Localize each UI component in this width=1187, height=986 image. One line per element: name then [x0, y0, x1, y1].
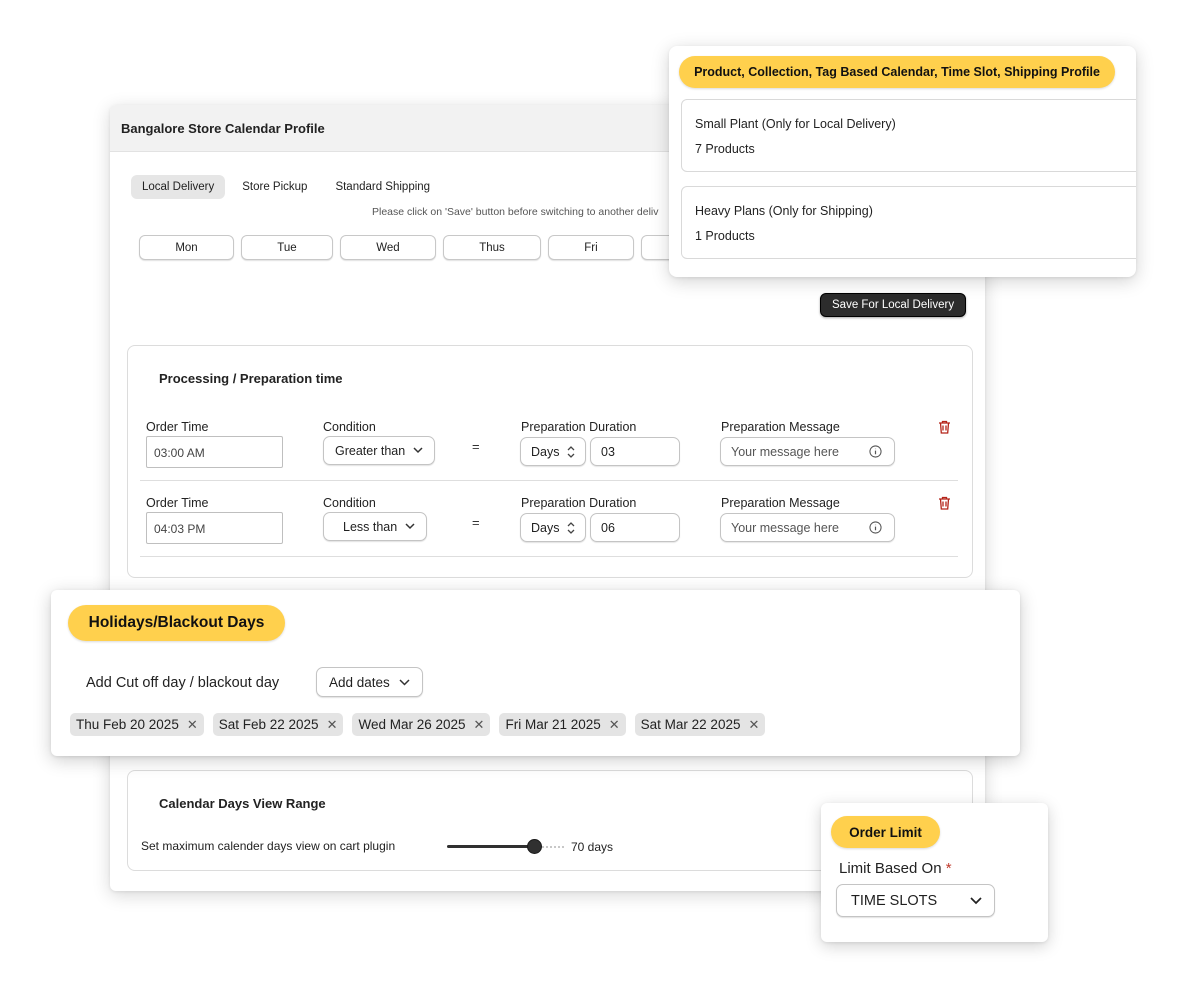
weekday-buttons: Mon Tue Wed Thus Fri: [139, 235, 681, 260]
date-chip: Sat Mar 22 2025 ✕: [634, 713, 766, 736]
save-local-delivery-button[interactable]: Save For Local Delivery: [820, 293, 967, 317]
tab-standard-shipping[interactable]: Standard Shipping: [324, 175, 441, 199]
chevron-down-icon: [970, 896, 982, 904]
condition-select[interactable]: Greater than: [323, 436, 436, 465]
duration-unit-value: Days: [531, 444, 560, 459]
duration-unit-value: Days: [531, 520, 560, 535]
date-chip: Thu Feb 20 2025 ✕: [70, 713, 204, 736]
duration-unit-select[interactable]: Days: [520, 437, 587, 466]
chevron-down-icon: [405, 523, 415, 530]
up-down-chevron-icon: [568, 445, 575, 458]
rule-row: Order Time 03:00 AM Condition Greater th…: [140, 405, 958, 481]
day-button-mon[interactable]: Mon: [139, 235, 234, 260]
message-input[interactable]: Your message here: [720, 513, 895, 542]
profile-item-count: 1 Products: [695, 229, 755, 243]
day-button-thu[interactable]: Thus: [443, 235, 541, 260]
profile-item[interactable]: Heavy Plans (Only for Shipping) 1 Produc…: [681, 186, 1136, 259]
date-chip-label: Sat Feb 22 2025: [218, 717, 319, 732]
duration-input[interactable]: 03: [590, 437, 680, 466]
date-chip: Wed Mar 26 2025 ✕: [352, 713, 491, 736]
trash-icon[interactable]: [938, 420, 951, 434]
blackout-chips: Thu Feb 20 2025 ✕ Sat Feb 22 2025 ✕ Wed Ma…: [70, 713, 766, 736]
slider-fill: [447, 845, 534, 848]
range-label: Set maximum calender days view on cart p…: [141, 839, 396, 853]
equals-sign: =: [472, 439, 480, 454]
order-time-input[interactable]: 03:00 AM: [146, 436, 283, 468]
day-button-tue[interactable]: Tue: [241, 235, 333, 260]
duration-label: Preparation Duration: [521, 496, 637, 510]
day-button-wed[interactable]: Wed: [340, 235, 436, 260]
duration-unit-select[interactable]: Days: [520, 513, 587, 542]
order-time-input[interactable]: 04:03 PM: [146, 512, 283, 544]
processing-title: Processing / Preparation time: [159, 371, 343, 386]
chevron-down-icon: [413, 447, 423, 454]
remove-icon[interactable]: ✕: [748, 718, 759, 731]
message-input[interactable]: Your message here: [720, 437, 895, 466]
tab-local-delivery[interactable]: Local Delivery: [131, 175, 226, 199]
condition-select[interactable]: Less than: [323, 512, 428, 541]
duration-label: Preparation Duration: [521, 420, 637, 434]
remove-icon[interactable]: ✕: [609, 718, 620, 731]
limit-label-text: Limit Based On: [839, 860, 942, 877]
order-limit-badge: Order Limit: [831, 816, 940, 848]
equals-sign: =: [472, 515, 480, 530]
add-dates-dropdown[interactable]: Add dates: [316, 667, 423, 697]
duration-input[interactable]: 06: [590, 513, 680, 542]
date-chip: Fri Mar 21 2025 ✕: [499, 713, 626, 736]
range-slider[interactable]: [447, 839, 564, 854]
date-chip-label: Fri Mar 21 2025: [505, 717, 601, 732]
date-chip-label: Thu Feb 20 2025: [76, 717, 179, 732]
chevron-down-icon: [399, 678, 410, 686]
condition-value: Less than: [343, 519, 398, 534]
date-chip-label: Wed Mar 26 2025: [358, 717, 466, 732]
condition-label: Condition: [323, 420, 376, 434]
date-chip-label: Sat Mar 22 2025: [640, 717, 741, 732]
save-note: Please click on 'Save' button before swi…: [372, 206, 659, 218]
message-placeholder: Your message here: [731, 445, 839, 459]
limit-label: Limit Based On *: [839, 860, 952, 877]
remove-icon[interactable]: ✕: [327, 718, 338, 731]
range-value: 70 days: [571, 840, 614, 854]
order-time-label: Order Time: [146, 496, 209, 510]
info-icon[interactable]: [869, 445, 882, 458]
limit-select-value: TIME SLOTS: [851, 892, 938, 909]
order-time-label: Order Time: [146, 420, 209, 434]
info-icon[interactable]: [869, 521, 882, 534]
trash-icon[interactable]: [938, 496, 951, 510]
message-placeholder: Your message here: [731, 521, 839, 535]
date-chip: Sat Feb 22 2025 ✕: [212, 713, 344, 736]
add-dates-label: Add dates: [329, 674, 390, 690]
message-label: Preparation Message: [721, 496, 840, 510]
holidays-badge: Holidays/Blackout Days: [68, 605, 285, 641]
required-mark: *: [945, 860, 952, 877]
profile-type-card: Product, Collection, Tag Based Calendar,…: [669, 46, 1136, 277]
remove-icon[interactable]: ✕: [187, 718, 198, 731]
profile-type-badge: Product, Collection, Tag Based Calendar,…: [679, 56, 1115, 88]
cutoff-label: Add Cut off day / blackout day: [86, 675, 280, 691]
condition-label: Condition: [323, 496, 376, 510]
profile-item-name: Heavy Plans (Only for Shipping): [695, 204, 873, 218]
range-title: Calendar Days View Range: [159, 796, 326, 811]
slider-thumb[interactable]: [527, 839, 542, 854]
profile-item-name: Small Plant (Only for Local Delivery): [695, 117, 896, 131]
remove-icon[interactable]: ✕: [474, 718, 485, 731]
delivery-tabs: Local Delivery Store Pickup Standard Shi…: [131, 175, 441, 199]
slider-track-rest: [542, 846, 564, 848]
profile-item-count: 7 Products: [695, 142, 755, 156]
limit-select[interactable]: TIME SLOTS: [836, 884, 995, 917]
profile-item[interactable]: Small Plant (Only for Local Delivery) 7 …: [681, 99, 1136, 172]
condition-value: Greater than: [335, 443, 406, 458]
tab-store-pickup[interactable]: Store Pickup: [231, 175, 318, 199]
day-button-fri[interactable]: Fri: [548, 235, 634, 260]
message-label: Preparation Message: [721, 420, 840, 434]
processing-section: Processing / Preparation time Order Time…: [127, 345, 973, 578]
up-down-chevron-icon: [568, 521, 575, 534]
order-limit-card: Order Limit Limit Based On * TIME SLOTS: [821, 803, 1048, 942]
rule-row: Order Time 04:03 PM Condition Less than …: [140, 481, 958, 557]
holidays-card: Holidays/Blackout Days Add Cut off day /…: [51, 590, 1020, 756]
